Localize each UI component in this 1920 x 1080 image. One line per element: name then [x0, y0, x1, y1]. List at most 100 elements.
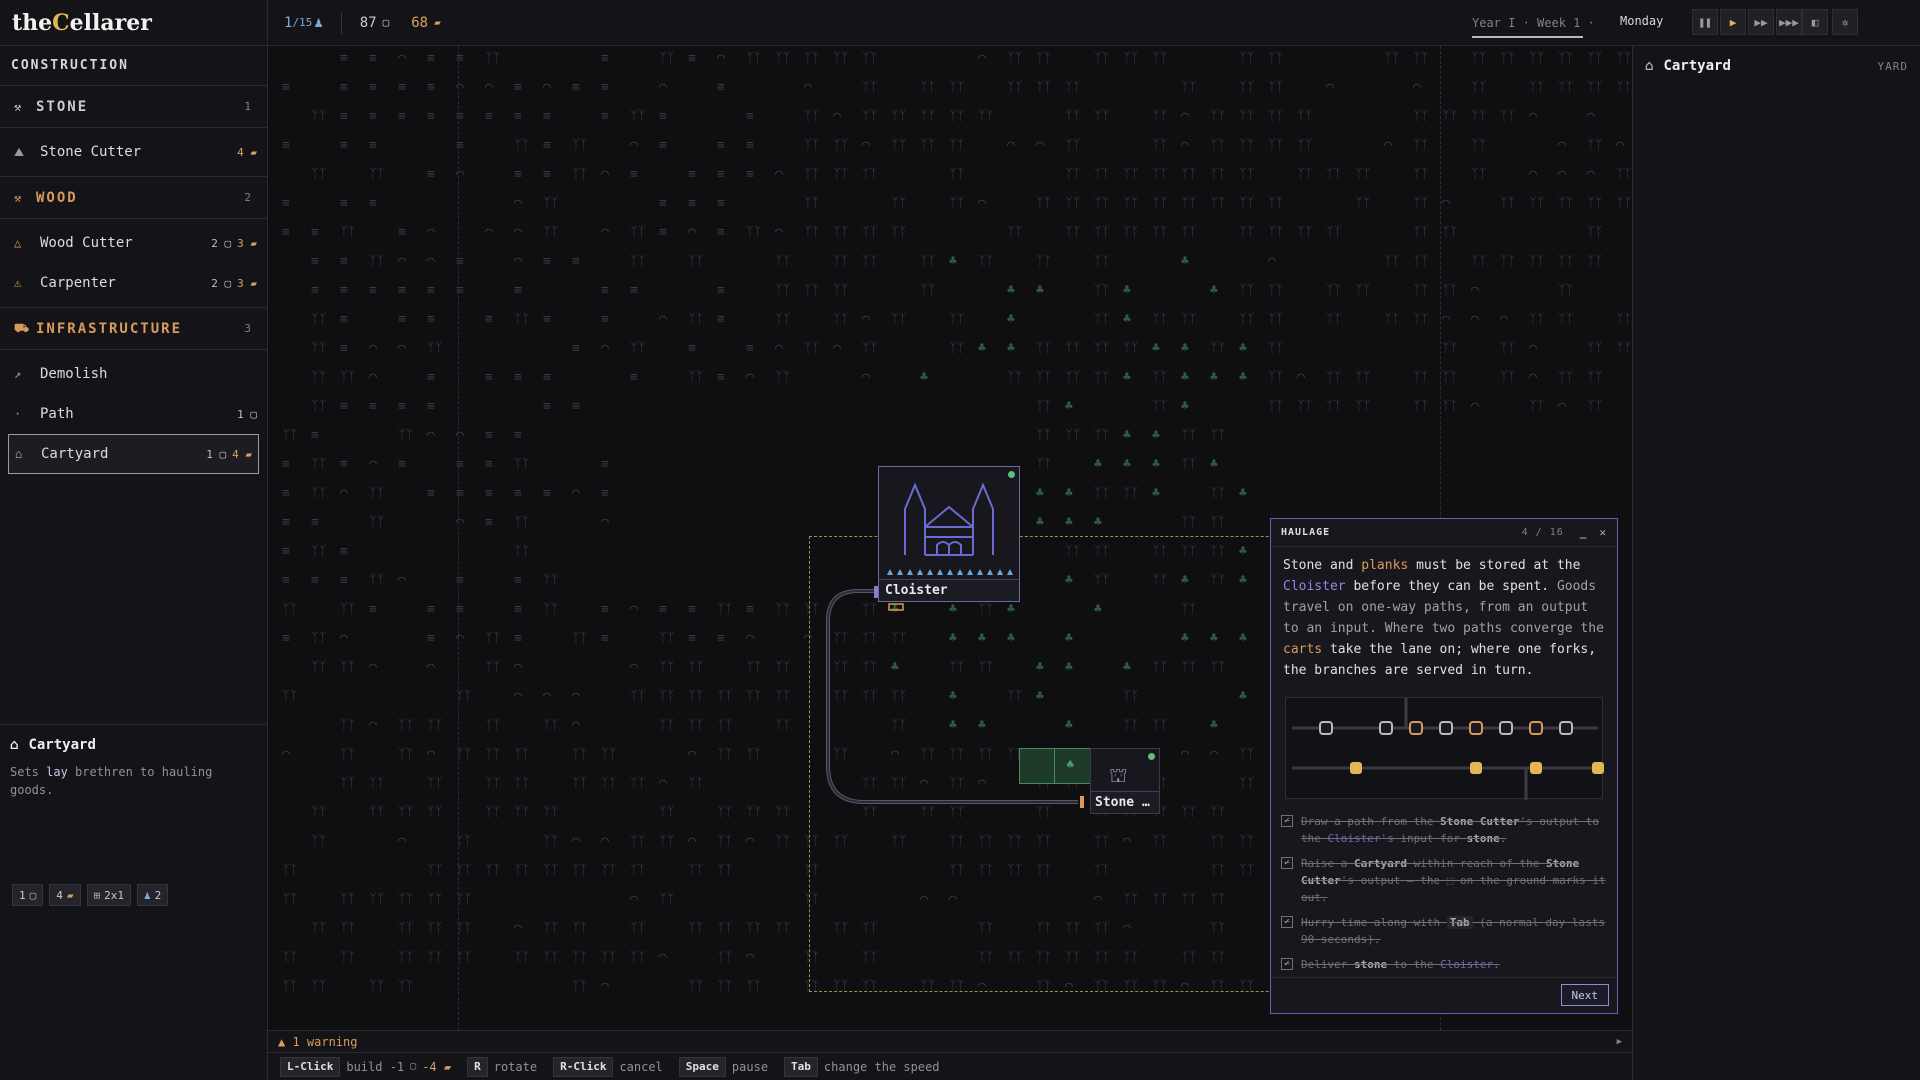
key-tab: Tab: [784, 1056, 818, 1077]
axe-icon: ⚒: [14, 190, 24, 205]
planks-cost: 3 ▰: [237, 236, 257, 250]
key-rclick: R-Click: [553, 1056, 614, 1077]
minimize-icon[interactable]: _: [1580, 526, 1588, 539]
stone-cutter-icon: ⛰: [14, 144, 25, 159]
task-item: ✓ Raise a Cartyard within reach of the S…: [1281, 855, 1611, 906]
inspector-title: Cartyard: [1663, 58, 1731, 74]
tree-icon: ♠: [1066, 757, 1075, 773]
stone-cutter-building[interactable]: ⛫ Stone …: [1090, 748, 1160, 814]
build-cartyard[interactable]: ⌂ Cartyard 1 ▢ 4 ▰: [8, 434, 259, 474]
app-logo: the Cellarer: [0, 0, 267, 46]
section-title: CONSTRUCTION: [0, 46, 267, 86]
tutorial-panel: HAULAGE 4 / 16 _ ✕ Stone and planks must…: [1270, 518, 1618, 1014]
monk-icon: ♟: [314, 14, 323, 31]
cloister-output: [888, 603, 904, 611]
build-demolish[interactable]: ↗ Demolish: [0, 354, 267, 394]
speed-controls: ❚❚ ▶ ▶▶ ▶▶▶: [1692, 9, 1802, 35]
pause-button[interactable]: ❚❚: [1692, 9, 1718, 35]
help-desc: cancel: [619, 1059, 663, 1074]
next-button[interactable]: Next: [1560, 984, 1609, 1006]
stone-icon: ▢: [382, 16, 390, 29]
carpenter-icon: ⚠: [14, 276, 22, 290]
stone-chip: 1 ▢: [12, 884, 44, 906]
stone-cutter-icon: ⛫: [1109, 763, 1128, 787]
size-chip: ⊞ 2x1: [86, 884, 131, 906]
help-desc: rotate: [493, 1059, 538, 1074]
category-stone[interactable]: ⚒ STONE 1: [0, 86, 267, 128]
play-button[interactable]: ▶: [1720, 9, 1746, 35]
cloister-building[interactable]: Cloister: [878, 466, 1020, 602]
fastest-button[interactable]: ▶▶▶: [1776, 9, 1802, 35]
keyboard-help-bar: L-Click build -1 ▢ -4 ▰ R rotate R-Click …: [268, 1052, 1632, 1080]
cartyard-icon: ⌂: [10, 737, 19, 753]
stone-cutter-label: Stone …: [1091, 791, 1159, 813]
stone-cost: 1 ▢: [206, 447, 227, 461]
build-path[interactable]: · Path 1 ▢: [0, 394, 267, 434]
pick-icon: ⚒: [14, 99, 24, 114]
selection-info: ⌂ Cartyard Sets lay brethren to hauling g…: [0, 724, 268, 811]
wood-cutter-icon: △: [14, 236, 22, 250]
checkbox-checked-icon: ✓: [1281, 958, 1293, 970]
task-item: ✓ Draw a path from the Stone Cutter's ou…: [1281, 813, 1611, 847]
workers-chip: ♟ 2: [137, 884, 169, 906]
build-wood-cutter[interactable]: △ Wood Cutter 2 ▢ 3 ▰: [0, 223, 267, 263]
fast-button[interactable]: ▶▶: [1748, 9, 1774, 35]
task-item: ✓ Hurry time along with Tab (a normal da…: [1281, 914, 1611, 948]
planks-icon: ▰: [434, 16, 441, 29]
close-icon[interactable]: ✕: [1599, 526, 1607, 539]
cloister-label: Cloister: [879, 579, 1019, 601]
panel-toggle-button[interactable]: ◧: [1802, 9, 1828, 35]
population-counter: 1/15 ♟: [284, 14, 323, 31]
warning-count: ▲ 1 warning: [278, 1034, 358, 1049]
stonecutter-output: [1080, 796, 1084, 808]
checkbox-checked-icon: ✓: [1281, 857, 1293, 869]
selection-stats: 1 ▢ 4 ▰ ⊞ 2x1 ♟ 2: [12, 884, 169, 906]
planks-counter: 68 ▰: [411, 14, 441, 31]
path-dot-icon: ·: [14, 407, 22, 421]
planks-cost: 3 ▰: [237, 276, 257, 290]
planks-cost: 4 ▰: [237, 145, 257, 159]
tutorial-text: Stone and planks must be stored at the C…: [1283, 558, 1604, 678]
construction-sidebar: the Cellarer CONSTRUCTION ⚒ STONE 1 ⛰ St…: [0, 0, 268, 1080]
build-stone-cutter[interactable]: ⛰ Stone Cutter 4 ▰: [0, 132, 267, 172]
weekday: Monday: [1620, 14, 1664, 28]
cart-icon: ⛟: [14, 320, 32, 335]
inspector-tag: YARD: [1877, 59, 1908, 73]
key-space: Space: [678, 1056, 726, 1077]
calendar-date: Year I · Week 1 ·: [1472, 0, 1595, 46]
key-lclick: L-Click: [280, 1056, 341, 1077]
warning-bar[interactable]: ▲ 1 warning ▶: [268, 1030, 1632, 1052]
checkbox-checked-icon: ✓: [1281, 916, 1293, 928]
stone-counter: 87 ▢: [359, 14, 390, 31]
stone-icon: ▢: [410, 1061, 417, 1072]
category-infrastructure[interactable]: ⛟ INFRASTRUCTURE 3: [0, 308, 267, 350]
stone-cutter-field: ♠: [1019, 748, 1091, 784]
cloister-icon: [887, 482, 1013, 575]
checkbox-checked-icon: ✓: [1281, 815, 1293, 827]
top-bar: 1/15 ♟ 87 ▢ 68 ▰ Year I · Week 1 · Monday …: [268, 0, 1920, 46]
tutorial-title: HAULAGE: [1281, 527, 1331, 538]
stone-cost: 2 ▢: [211, 276, 232, 290]
stone-cost: 2 ▢: [211, 236, 232, 250]
tutorial-page: 4 / 16: [1521, 527, 1564, 538]
selection-description: Sets lay brethren to hauling goods.: [10, 765, 213, 797]
inspector-panel: ⌂ Cartyard YARD: [1632, 46, 1920, 1080]
settings-button[interactable]: ✲: [1832, 9, 1858, 35]
haulage-diagram: [1285, 697, 1604, 800]
help-desc: pause: [731, 1059, 769, 1074]
cartyard-icon: ⌂: [1645, 58, 1654, 74]
key-r: R: [467, 1056, 488, 1077]
build-carpenter[interactable]: ⚠ Carpenter 2 ▢ 3 ▰: [0, 263, 267, 303]
cartyard-icon: ⌂: [15, 447, 23, 461]
tutorial-tasks: ✓ Draw a path from the Stone Cutter's ou…: [1281, 813, 1611, 981]
help-desc: change the speed: [823, 1059, 940, 1074]
help-desc: build -1: [346, 1059, 405, 1074]
stone-cost: 1 ▢: [237, 407, 257, 421]
expand-arrow-icon[interactable]: ▶: [1617, 1037, 1622, 1047]
demolish-icon: ↗: [14, 367, 22, 381]
status-dot: [1148, 753, 1155, 760]
category-wood[interactable]: ⚒ WOOD 2: [0, 177, 267, 219]
planks-chip: 4 ▰: [49, 884, 81, 906]
task-item: ✓ Deliver stone to the Cloister.: [1281, 956, 1611, 973]
planks-cost: 4 ▰: [232, 447, 252, 461]
